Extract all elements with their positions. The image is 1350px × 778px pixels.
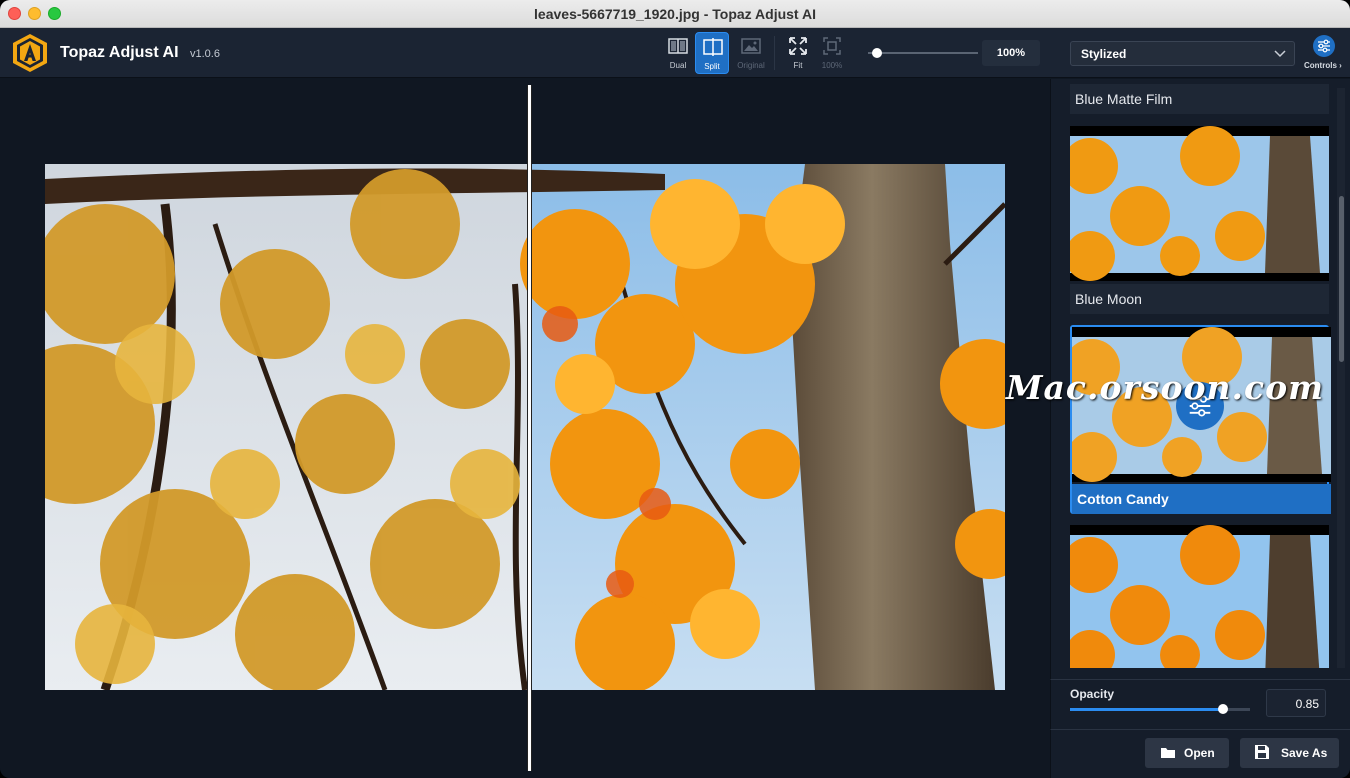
controls-button[interactable]: Controls › (1304, 35, 1350, 75)
original-view-button[interactable]: Original (734, 32, 768, 74)
open-label: Open (1184, 746, 1215, 760)
style-category-dropdown[interactable]: Stylized (1070, 41, 1295, 66)
style-label: Blue Matte Film (1070, 84, 1329, 114)
style-category-value: Stylized (1081, 47, 1127, 61)
zoom-slider-track[interactable] (868, 52, 978, 54)
style-label: Cotton Candy (1072, 484, 1331, 514)
watermark-text: Mac.orsoon.com (1006, 368, 1324, 407)
fit-screen-icon (789, 37, 807, 55)
controls-icon-circle (1313, 35, 1335, 57)
app-window: leaves-5667719_1920.jpg - Topaz Adjust A… (0, 0, 1350, 778)
opacity-slider-handle[interactable] (1218, 704, 1228, 714)
style-item-next[interactable] (1070, 525, 1329, 668)
style-list-scroll-thumb[interactable] (1339, 196, 1344, 362)
controls-label: Controls › (1304, 61, 1342, 70)
opacity-label: Opacity (1070, 687, 1115, 701)
fit-label: Fit (793, 61, 803, 70)
toolbar-divider (774, 36, 775, 70)
topaz-logo-icon (13, 34, 47, 72)
image-canvas[interactable] (0, 79, 1050, 778)
dual-view-button[interactable]: Dual (661, 32, 695, 74)
window-title: leaves-5667719_1920.jpg - Topaz Adjust A… (534, 6, 816, 22)
app-name: Topaz Adjust AI (60, 44, 179, 61)
save-icon (1255, 745, 1269, 759)
preview-image (45, 164, 1005, 690)
app-version: v1.0.6 (190, 48, 220, 60)
opacity-slider-fill (1070, 708, 1223, 711)
style-item-cotton-candy[interactable]: Cotton Candy (1070, 325, 1331, 514)
save-as-label: Save As (1281, 746, 1328, 760)
opacity-value-field[interactable]: 0.85 (1266, 689, 1326, 717)
split-view-label: Split (704, 62, 720, 71)
actual-size-button[interactable]: 100% (815, 32, 849, 74)
folder-icon (1161, 748, 1175, 758)
style-thumbnail (1070, 525, 1329, 668)
chevron-down-icon (1274, 50, 1286, 58)
sliders-icon (1318, 39, 1330, 53)
image-icon (741, 38, 761, 54)
dual-view-label: Dual (669, 61, 687, 70)
style-label: Blue Moon (1070, 284, 1329, 314)
split-divider-handle[interactable] (527, 85, 532, 771)
original-view-label: Original (737, 61, 765, 70)
style-list-scrollbar[interactable] (1337, 88, 1345, 668)
save-as-button[interactable]: Save As (1240, 738, 1339, 768)
open-button[interactable]: Open (1145, 738, 1229, 768)
actual-size-label: 100% (821, 61, 843, 70)
split-view-icon (703, 38, 723, 56)
zoom-slider-handle[interactable] (871, 48, 882, 58)
style-item-blue-matte-film[interactable]: Blue Matte Film (1070, 84, 1329, 114)
style-item-blue-moon[interactable]: Blue Moon (1070, 126, 1329, 314)
style-thumbnail (1070, 126, 1329, 281)
dual-view-icon (668, 38, 688, 54)
fit-button[interactable]: Fit (781, 32, 815, 74)
title-bar: leaves-5667719_1920.jpg - Topaz Adjust A… (0, 0, 1350, 28)
split-view-button[interactable]: Split (695, 32, 729, 74)
actual-size-icon (823, 37, 841, 55)
zoom-value[interactable]: 100% (982, 40, 1040, 66)
